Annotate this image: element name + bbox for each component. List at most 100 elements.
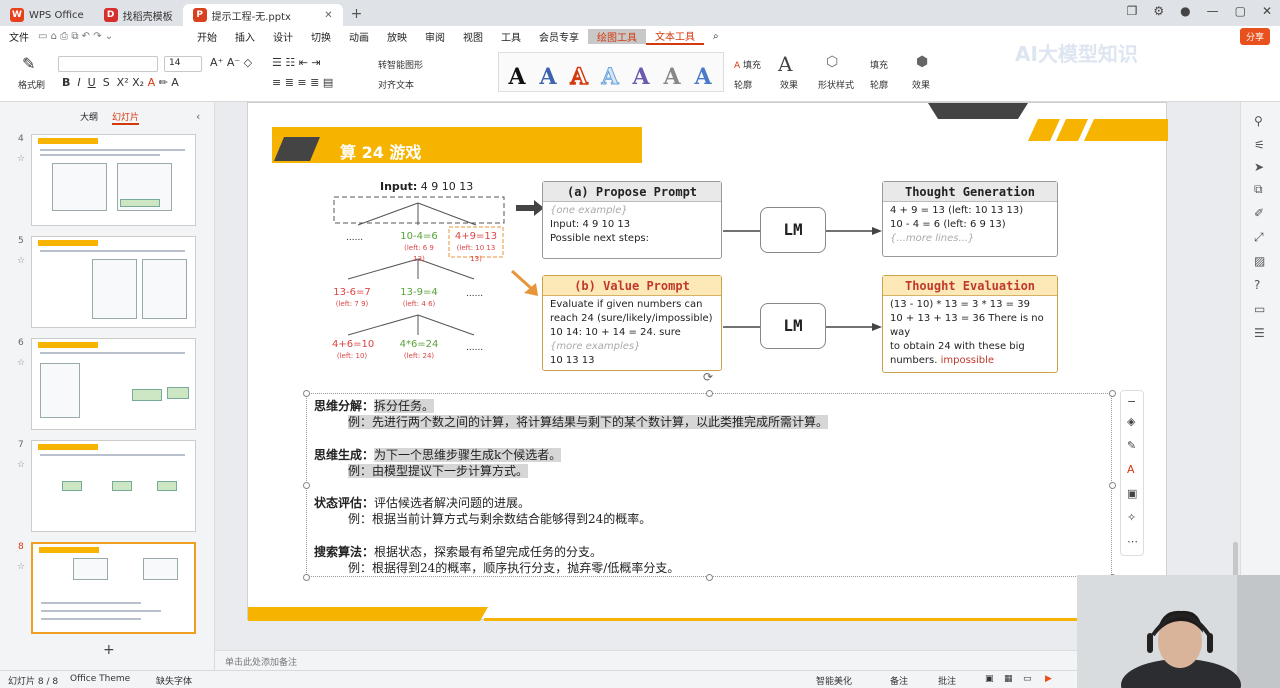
slide-thumb-5[interactable]: 5 ☆ (12, 236, 202, 331)
pen-icon[interactable]: ✎ (1127, 439, 1136, 452)
wordart-gallery[interactable]: A A A A A A A (498, 52, 724, 92)
filter-icon[interactable]: ⚲ (1254, 114, 1263, 128)
menu-transition[interactable]: 切换 (302, 29, 340, 44)
format-painter-icon[interactable]: ✎ (22, 54, 35, 73)
more-icon[interactable]: ⋯ (1127, 535, 1138, 548)
star-icon[interactable]: ☆ (17, 562, 25, 572)
propose-prompt-box[interactable]: (a) Propose Prompt {one example} Input: … (542, 181, 722, 259)
text-effect-label[interactable]: 效果 (780, 78, 798, 91)
wordart-style-6[interactable]: A (660, 64, 684, 90)
menu-review[interactable]: 审阅 (416, 29, 454, 44)
minus-icon[interactable]: − (1127, 395, 1136, 408)
text-effect-icon[interactable]: A (778, 52, 792, 76)
slide-thumb-4[interactable]: 4 ☆ (12, 134, 202, 229)
close-tab-icon[interactable]: ✕ (324, 10, 332, 21)
shape-fill-button[interactable]: 填充 (870, 58, 888, 71)
shape-effect-label[interactable]: 效果 (912, 78, 930, 91)
menu-insert[interactable]: 插入 (226, 29, 264, 44)
menu-member[interactable]: 会员专享 (530, 29, 588, 44)
view-normal-icon[interactable]: ▣ (985, 674, 994, 684)
slide-thumb-6[interactable]: 6 ☆ (12, 338, 202, 433)
thought-generation-box[interactable]: Thought Generation 4 + 9 = 13 (left: 10 … (882, 181, 1058, 257)
share-button[interactable]: 分享 (1239, 28, 1270, 45)
star-icon[interactable]: ☆ (17, 256, 25, 266)
view-sorter-icon[interactable]: ▦ (1004, 674, 1013, 684)
screen-icon[interactable]: ▭ (1254, 302, 1265, 316)
view-reading-icon[interactable]: ▭ (1023, 674, 1032, 684)
edit-icon[interactable]: ✐ (1254, 206, 1264, 220)
font-size-buttons[interactable]: A⁺ A⁻ ◇ (210, 56, 252, 69)
slide-thumb-8[interactable]: 8 ☆ (12, 542, 202, 637)
menu-drawing-tools[interactable]: 绘图工具 (588, 28, 646, 44)
text-line-generation[interactable]: 思维生成：为下一个思维步骤生成k个候选者。 (314, 446, 562, 463)
resize-handle[interactable] (303, 390, 310, 397)
wordart-style-2[interactable]: A (536, 64, 560, 90)
wordart-style-3[interactable]: A (567, 63, 591, 91)
resize-handle[interactable] (1109, 390, 1116, 397)
slideshow-play-icon[interactable]: ▶ (1045, 674, 1052, 684)
help-icon[interactable]: ? (1254, 278, 1260, 292)
align-text-label[interactable]: 对齐文本 (378, 78, 414, 91)
menu-file[interactable]: 文件 (0, 29, 38, 44)
comment-toggle[interactable]: 批注 (938, 674, 956, 687)
text-color-icon[interactable]: A (1127, 463, 1135, 476)
menu-text-tools[interactable]: 文本工具 (646, 28, 704, 45)
text-line-evaluation-example[interactable]: 例：根据当前计算方式与剩余数结合能够得到24的概率。 (348, 510, 651, 527)
format-painter-label[interactable]: 格式刷 (18, 78, 45, 91)
resize-handle[interactable] (706, 390, 713, 397)
wordart-style-7[interactable]: A (691, 64, 715, 90)
resize-handle[interactable] (303, 482, 310, 489)
font-size-input[interactable]: 14 (164, 56, 202, 72)
collapse-panel-icon[interactable]: ‹ (196, 110, 200, 123)
layers-icon[interactable]: ◈ (1127, 415, 1135, 428)
menu-view[interactable]: 视图 (454, 29, 492, 44)
text-line-evaluation[interactable]: 状态评估：评估候选者解决问题的进展。 (314, 494, 530, 511)
wordart-style-4[interactable]: A (598, 64, 622, 91)
magic-icon[interactable]: ✧ (1127, 511, 1136, 524)
tab-template[interactable]: D 找稻壳模板 (94, 4, 183, 26)
smart-beautify[interactable]: 智能美化 (816, 674, 852, 687)
shape-effect-icon[interactable]: ⬢ (916, 54, 928, 70)
resize-handle[interactable] (1109, 482, 1116, 489)
resize-handle[interactable] (706, 574, 713, 581)
wordart-style-1[interactable]: A (505, 64, 529, 90)
shape-outline-button[interactable]: 轮廓 (870, 78, 888, 91)
minimize-icon[interactable]: — (1207, 4, 1219, 18)
rotate-handle-icon[interactable]: ⟳ (703, 370, 713, 384)
restore-icon[interactable]: ❐ (1127, 4, 1138, 18)
missing-font[interactable]: 缺失字体 (156, 674, 192, 687)
new-tab-icon[interactable]: + (343, 6, 371, 26)
frame-icon[interactable]: ▣ (1127, 487, 1137, 500)
shape-style-icon[interactable]: ⬡ (826, 54, 838, 70)
menu-design[interactable]: 设计 (264, 29, 302, 44)
slide-title[interactable]: 算 24 游戏 (340, 139, 421, 163)
star-icon[interactable]: ☆ (17, 460, 25, 470)
tab-outline[interactable]: 大纲 (80, 110, 98, 125)
text-fill-button[interactable]: A 填充 (734, 58, 761, 71)
add-slide-button[interactable]: + (103, 642, 115, 658)
menu-slideshow[interactable]: 放映 (378, 29, 416, 44)
resize-icon[interactable]: ⤢ (1254, 230, 1264, 245)
menu-tools[interactable]: 工具 (492, 29, 530, 44)
shape-style-label[interactable]: 形状样式 (818, 78, 854, 91)
text-line-search[interactable]: 搜索算法：根据状态，探索最有希望完成任务的分支。 (314, 543, 602, 560)
font-style-buttons[interactable]: B I U S X² X₂ A ✏ A (62, 76, 179, 89)
tab-wps-office[interactable]: W WPS Office (0, 4, 94, 26)
close-icon[interactable]: ✕ (1262, 4, 1272, 18)
settings-sliders-icon[interactable]: ⚟ (1254, 138, 1265, 152)
list-icon[interactable]: ☰ (1254, 326, 1265, 340)
font-name-input[interactable] (58, 56, 158, 72)
notes-toggle[interactable]: 备注 (890, 674, 908, 687)
text-line-decomposition[interactable]: 思维分解：拆分任务。 (314, 397, 435, 414)
align-buttons[interactable]: ≡ ≣ ≡ ≣ ▤ (272, 76, 333, 89)
menu-animation[interactable]: 动画 (340, 29, 378, 44)
slide-canvas[interactable]: 算 24 游戏 Input: 4 9 10 13 ...... 10-4=6 (l… (247, 102, 1168, 621)
text-outline-button[interactable]: 轮廓 (734, 78, 752, 91)
value-prompt-box[interactable]: (b) Value Prompt Evaluate if given numbe… (542, 275, 722, 371)
star-icon[interactable]: ☆ (17, 358, 25, 368)
text-line-generation-example[interactable]: 例：由模型提议下一步计算方式。 (348, 462, 529, 479)
thought-evaluation-box[interactable]: Thought Evaluation (13 - 10) * 13 = 3 * … (882, 275, 1058, 373)
copy-icon[interactable]: ⧉ (1254, 182, 1263, 197)
search-icon[interactable]: ⌕ (704, 31, 728, 42)
maximize-icon[interactable]: ▢ (1235, 4, 1246, 18)
